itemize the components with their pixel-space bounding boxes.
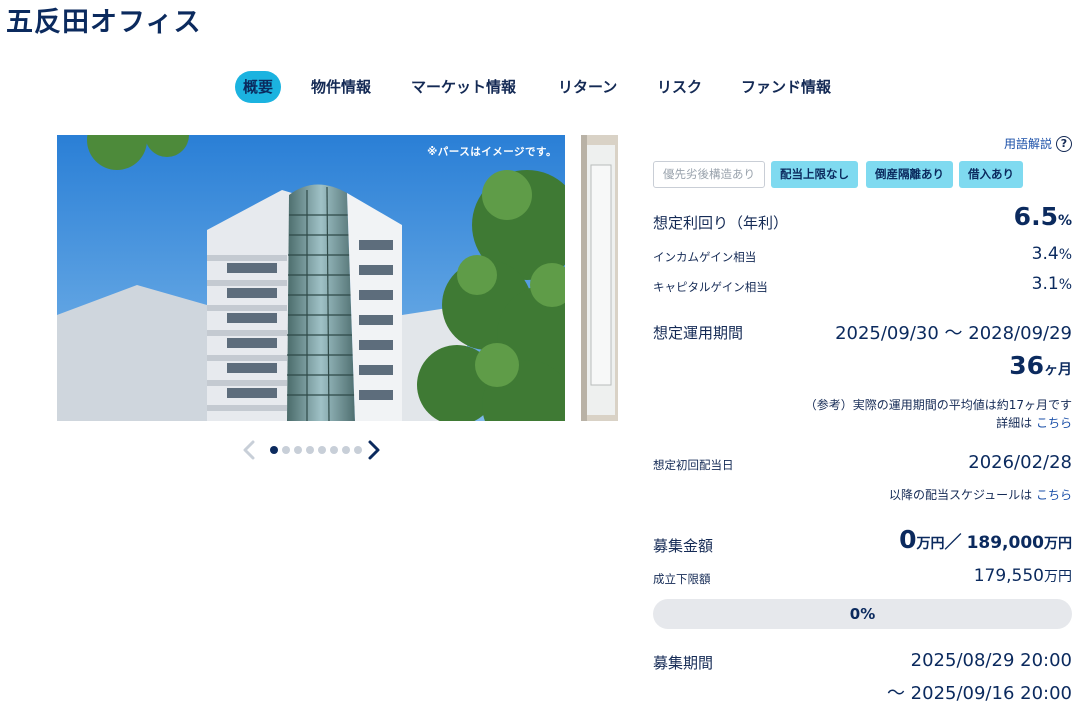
tab-bar: 概要 物件情報 マーケット情報 リターン リスク ファンド情報 <box>0 71 1080 103</box>
recruit-period-label: 募集期間 <box>653 654 714 672</box>
first-dividend-label: 想定初回配当日 <box>653 458 734 472</box>
tag-borrowing: 借入あり <box>959 161 1023 188</box>
carousel-dot[interactable] <box>306 446 314 454</box>
tab-overview[interactable]: 概要 <box>235 71 282 103</box>
tag-bankruptcy-remote: 倒産隔離あり <box>866 161 953 188</box>
tab-market-info[interactable]: マーケット情報 <box>411 71 516 103</box>
interior-illustration <box>581 135 618 421</box>
period-reference-note: （参考）実際の運用期間の平均値は約17ヶ月です <box>804 398 1072 412</box>
glossary-label: 用語解説 <box>1003 137 1052 151</box>
carousel-dot[interactable] <box>282 446 290 454</box>
income-gain-label: インカムゲイン相当 <box>653 250 757 264</box>
income-gain-value: 3.4% <box>1031 244 1072 264</box>
dividend-schedule: 以降の配当スケジュールは こちら <box>888 488 1072 502</box>
min-amount-value: 179,550万円 <box>973 566 1072 586</box>
next-slide-preview[interactable] <box>581 135 618 421</box>
page-title: 五反田オフィス <box>6 7 202 38</box>
tag-no-dividend-cap: 配当上限なし <box>771 161 858 188</box>
carousel-dot[interactable] <box>318 446 326 454</box>
tag-priority-subordination: 優先劣後構造あり <box>653 161 765 188</box>
min-amount-label: 成立下限額 <box>653 572 711 586</box>
capital-gain-value: 3.1% <box>1031 274 1072 294</box>
image-note: ※パースはイメージです。 <box>427 146 557 158</box>
recruit-period-end: 〜 2025/09/16 20:00 <box>886 683 1072 704</box>
question-circle-icon: ? <box>1056 135 1072 152</box>
funding-label: 募集金額 <box>653 537 714 555</box>
dividend-schedule-link[interactable]: こちら <box>1036 488 1072 502</box>
carousel-prev-icon[interactable] <box>239 439 261 461</box>
yield-value: 6.5% <box>1013 202 1072 231</box>
yield-label: 想定利回り（年利） <box>653 214 789 232</box>
period-label: 想定運用期間 <box>653 324 744 342</box>
first-dividend-date: 2026/02/28 <box>968 452 1072 473</box>
carousel-next-icon[interactable] <box>362 439 384 461</box>
carousel-dot[interactable] <box>294 446 302 454</box>
capital-gain-label: キャピタルゲイン相当 <box>653 280 768 294</box>
progress-text: 0% <box>849 605 876 623</box>
period-detail: 詳細は こちら <box>996 416 1072 430</box>
tab-risk[interactable]: リスク <box>657 71 702 103</box>
carousel-dot[interactable] <box>330 446 338 454</box>
tab-return[interactable]: リターン <box>558 71 617 103</box>
tab-property-info[interactable]: 物件情報 <box>311 71 371 103</box>
carousel-dot[interactable] <box>354 446 362 454</box>
recruit-period-start: 2025/08/29 20:00 <box>910 650 1072 671</box>
carousel-dot[interactable] <box>270 446 278 454</box>
building-image[interactable]: ※パースはイメージです。 <box>57 135 565 421</box>
funding-progress-bar: 0% <box>653 599 1072 629</box>
building-illustration <box>57 135 565 421</box>
period-range: 2025/09/30 〜 2028/09/29 <box>835 323 1072 344</box>
period-months: 36ヶ月 <box>1009 351 1072 380</box>
glossary-link[interactable]: 用語解説 ? <box>1004 135 1072 152</box>
period-detail-link[interactable]: こちら <box>1036 416 1072 430</box>
funding-amount: 0万円／ 189,000万円 <box>899 525 1072 554</box>
carousel-dot[interactable] <box>342 446 350 454</box>
image-carousel[interactable]: ※パースはイメージです。 <box>57 135 618 421</box>
tab-fund-info[interactable]: ファンド情報 <box>741 71 831 103</box>
